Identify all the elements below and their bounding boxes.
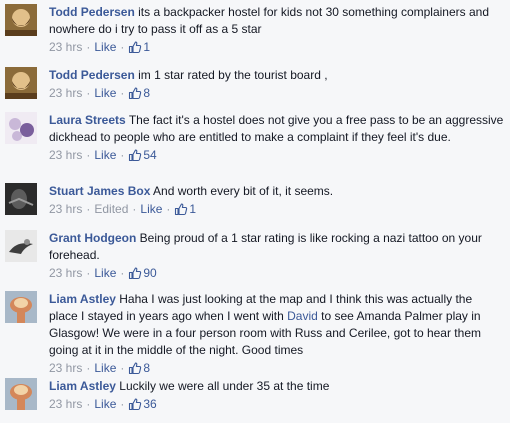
comment-meta: 23 hrs · Like · 1 xyxy=(49,39,504,55)
like-count-number: 8 xyxy=(143,361,151,375)
comment-body: Todd Pedersen its a backpacker hostel fo… xyxy=(49,4,504,55)
comment-author-link[interactable]: Liam Astley xyxy=(49,292,116,306)
comment-timestamp[interactable]: 23 hrs xyxy=(49,86,82,100)
comment-content: Laura Streets The fact it's a hostel doe… xyxy=(49,112,504,146)
edited-label[interactable]: Edited xyxy=(94,202,128,216)
comment-content: Grant Hodgeon Being proud of a 1 star ra… xyxy=(49,230,504,264)
comment-author-link[interactable]: Laura Streets xyxy=(49,113,126,127)
comment-timestamp[interactable]: 23 hrs xyxy=(49,40,82,54)
like-count-number: 54 xyxy=(143,148,157,162)
like-button[interactable]: Like xyxy=(94,40,116,54)
like-count[interactable]: 36 xyxy=(128,397,157,411)
comment-text: im 1 star rated by the tourist board , xyxy=(138,68,328,82)
meta-separator: · xyxy=(86,86,91,100)
comment-content: Liam Astley Haha I was just looking at t… xyxy=(49,291,504,359)
thumbs-up-icon xyxy=(129,398,142,411)
thumbs-up-icon xyxy=(129,41,142,54)
comment-body: Liam Astley Haha I was just looking at t… xyxy=(49,291,504,376)
meta-separator: · xyxy=(120,40,125,54)
bird-avatar[interactable] xyxy=(5,230,37,262)
like-count[interactable]: 90 xyxy=(128,266,157,280)
meta-separator: · xyxy=(166,202,171,216)
comment-timestamp[interactable]: 23 hrs xyxy=(49,202,82,216)
meta-separator: · xyxy=(86,202,91,216)
comment-meta: 23 hrs · Like · 90 xyxy=(49,265,504,281)
meta-separator: · xyxy=(86,266,91,280)
thumbs-up-icon xyxy=(129,362,142,375)
flowers-avatar[interactable] xyxy=(5,112,37,144)
like-count[interactable]: 54 xyxy=(128,148,157,162)
comment-author-link[interactable]: Todd Pedersen xyxy=(49,5,135,19)
comment-body: Todd Pedersen im 1 star rated by the tou… xyxy=(49,67,504,101)
comment-content: Liam Astley Luckily we were all under 35… xyxy=(49,378,504,395)
like-count-number: 90 xyxy=(143,266,157,280)
person-beard-avatar[interactable] xyxy=(5,67,37,99)
comment-text: Luckily we were all under 35 at the time xyxy=(119,379,330,393)
comment-body: Grant Hodgeon Being proud of a 1 star ra… xyxy=(49,230,504,281)
meta-separator: · xyxy=(120,148,125,162)
comment-timestamp[interactable]: 23 hrs xyxy=(49,397,82,411)
like-button[interactable]: Like xyxy=(94,361,116,375)
thumbs-up-icon xyxy=(129,149,142,162)
like-count-number: 1 xyxy=(143,40,151,54)
comment-meta: 23 hrs · Like · 8 xyxy=(49,360,504,376)
comment-body: Stuart James Box And worth every bit of … xyxy=(49,183,504,217)
person-beard-avatar[interactable] xyxy=(5,4,37,36)
like-count-number: 8 xyxy=(143,86,151,100)
comment-meta: 23 hrs · Like · 8 xyxy=(49,85,504,101)
meta-separator: · xyxy=(120,361,125,375)
comment-content: Todd Pedersen im 1 star rated by the tou… xyxy=(49,67,504,84)
comment-content: Stuart James Box And worth every bit of … xyxy=(49,183,504,200)
comment-author-link[interactable]: Stuart James Box xyxy=(49,184,150,198)
thumbs-up-icon xyxy=(175,203,188,216)
like-button[interactable]: Like xyxy=(94,86,116,100)
comment-meta: 23 hrs · Like · 54 xyxy=(49,147,504,163)
comment-timestamp[interactable]: 23 hrs xyxy=(49,266,82,280)
meta-separator: · xyxy=(86,361,91,375)
like-count[interactable]: 1 xyxy=(128,40,150,54)
like-count[interactable]: 1 xyxy=(174,202,196,216)
comment-body: Laura Streets The fact it's a hostel doe… xyxy=(49,112,504,163)
meta-separator: · xyxy=(86,397,91,411)
comment-meta: 23 hrs · Like · 36 xyxy=(49,396,504,412)
like-button[interactable]: Like xyxy=(94,397,116,411)
meta-separator: · xyxy=(120,266,125,280)
like-count[interactable]: 8 xyxy=(128,361,150,375)
meta-separator: · xyxy=(86,40,91,54)
like-count-number: 36 xyxy=(143,397,157,411)
comment-content: Todd Pedersen its a backpacker hostel fo… xyxy=(49,4,504,38)
thumbs-up-icon xyxy=(129,267,142,280)
meta-separator: · xyxy=(120,86,125,100)
comment-meta: 23 hrs · Edited · Like · 1 xyxy=(49,201,504,217)
comment-text: And worth every bit of it, it seems. xyxy=(153,184,334,198)
like-button[interactable]: Like xyxy=(94,266,116,280)
meta-separator: · xyxy=(120,397,125,411)
comment-list: Todd Pedersen its a backpacker hostel fo… xyxy=(0,0,510,423)
like-button[interactable]: Like xyxy=(140,202,162,216)
comment-body: Liam Astley Luckily we were all under 35… xyxy=(49,378,504,412)
dark-portrait-avatar[interactable] xyxy=(5,183,37,215)
explosion-avatar[interactable] xyxy=(5,291,37,323)
explosion-avatar[interactable] xyxy=(5,378,37,410)
mention-link[interactable]: David xyxy=(287,309,318,323)
comment-timestamp[interactable]: 23 hrs xyxy=(49,148,82,162)
comment-author-link[interactable]: Grant Hodgeon xyxy=(49,231,136,245)
thumbs-up-icon xyxy=(129,87,142,100)
comment-author-link[interactable]: Liam Astley xyxy=(49,379,116,393)
like-button[interactable]: Like xyxy=(94,148,116,162)
comment-timestamp[interactable]: 23 hrs xyxy=(49,361,82,375)
like-count[interactable]: 8 xyxy=(128,86,150,100)
meta-separator: · xyxy=(132,202,137,216)
comment-author-link[interactable]: Todd Pedersen xyxy=(49,68,135,82)
like-count-number: 1 xyxy=(189,202,197,216)
meta-separator: · xyxy=(86,148,91,162)
